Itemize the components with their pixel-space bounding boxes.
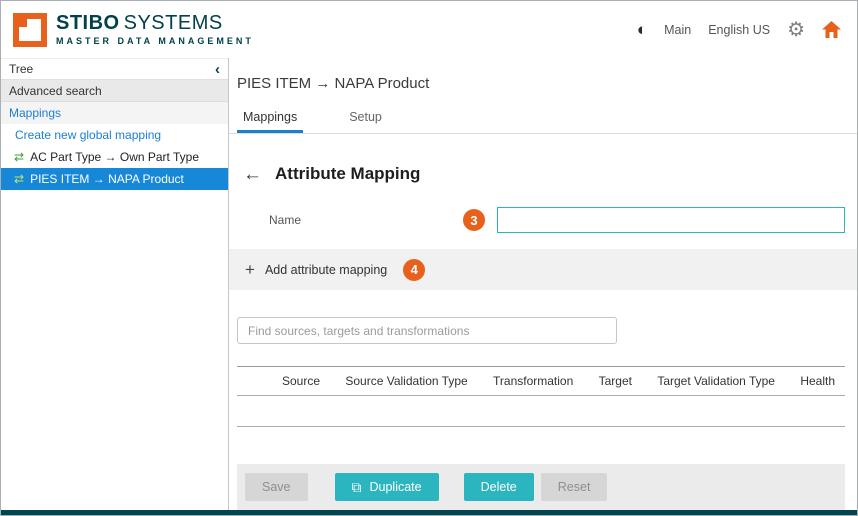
column-header-target: Target xyxy=(599,374,632,388)
sidebar: Tree ‹ Advanced search Mappings Create n… xyxy=(1,58,229,510)
save-button[interactable]: Save xyxy=(245,473,308,501)
sidebar-item-mapping-ac-part-type[interactable]: ⇄ AC Part Type → Own Part Type xyxy=(1,146,228,168)
brand-name: STIBOSYSTEMS xyxy=(56,13,254,33)
main-panel: PIES ITEM → NAPA Product Mappings Setup … xyxy=(229,58,857,510)
name-input[interactable] xyxy=(497,207,845,233)
column-header-source-validation-type: Source Validation Type xyxy=(345,374,467,388)
top-header: STIBOSYSTEMS MASTER DATA MANAGEMENT ◐ Ma… xyxy=(1,1,857,58)
name-label: Name xyxy=(269,213,301,227)
language-selector[interactable]: English US xyxy=(708,23,770,37)
mapping-item-label: AC Part Type → Own Part Type xyxy=(30,150,199,164)
add-attribute-mapping-label: Add attribute mapping xyxy=(265,263,387,277)
mapping-icon: ⇄ xyxy=(14,151,24,163)
collapse-sidebar-icon[interactable]: ‹ xyxy=(215,62,220,77)
search-input[interactable] xyxy=(237,317,617,344)
add-attribute-mapping-row[interactable]: + Add attribute mapping 4 xyxy=(229,249,857,290)
home-icon[interactable] xyxy=(822,21,841,38)
context-label[interactable]: Main xyxy=(664,23,691,37)
app-window: STIBOSYSTEMS MASTER DATA MANAGEMENT ◐ Ma… xyxy=(0,0,858,516)
sidebar-item-create-global-mapping[interactable]: Create new global mapping xyxy=(1,124,228,146)
tab-mappings[interactable]: Mappings xyxy=(237,101,303,133)
stibo-logo: STIBOSYSTEMS MASTER DATA MANAGEMENT xyxy=(13,13,254,47)
stibo-logo-icon xyxy=(13,13,47,47)
mapping-icon: ⇄ xyxy=(14,173,24,185)
step-badge-3: 3 xyxy=(463,209,485,231)
reset-button[interactable]: Reset xyxy=(541,473,608,501)
column-header-target-validation-type: Target Validation Type xyxy=(657,374,775,388)
name-row: Name 3 xyxy=(237,207,845,233)
sidebar-item-mappings[interactable]: Mappings xyxy=(1,102,228,124)
footer-action-bar: Save ⧉Duplicate Delete Reset xyxy=(237,464,845,510)
duplicate-icon: ⧉ xyxy=(352,480,362,494)
step-badge-4: 4 xyxy=(403,259,425,281)
header-controls: ◐ Main English US ⚙ xyxy=(637,20,841,40)
column-header-source: Source xyxy=(282,374,320,388)
bottom-status-strip xyxy=(1,510,857,515)
column-header-health: Health xyxy=(800,374,835,388)
brand-light: SYSTEMS xyxy=(124,12,223,34)
mapping-table-header: Source Source Validation Type Transforma… xyxy=(237,366,845,396)
brand-tagline: MASTER DATA MANAGEMENT xyxy=(56,36,254,46)
tree-label: Tree xyxy=(9,62,33,76)
page-title: PIES ITEM → NAPA Product xyxy=(229,58,857,101)
tab-setup[interactable]: Setup xyxy=(343,101,388,133)
sidebar-item-tree[interactable]: Tree ‹ xyxy=(1,58,228,80)
back-arrow-icon[interactable]: ← xyxy=(243,165,262,184)
section-title: Attribute Mapping xyxy=(275,164,420,184)
mapping-item-label: PIES ITEM → NAPA Product xyxy=(30,172,184,186)
mapping-table-empty-body xyxy=(237,396,845,427)
column-header-transformation: Transformation xyxy=(493,374,573,388)
tab-content: ← Attribute Mapping Name 3 + Add attribu… xyxy=(229,134,857,510)
delete-button[interactable]: Delete xyxy=(464,473,534,501)
contrast-icon[interactable]: ◐ xyxy=(637,21,647,38)
sidebar-item-advanced-search[interactable]: Advanced search xyxy=(1,80,228,102)
brand-bold: STIBO xyxy=(56,12,120,34)
gear-icon[interactable]: ⚙ xyxy=(787,20,805,40)
sidebar-item-mapping-pies-item[interactable]: ⇄ PIES ITEM → NAPA Product xyxy=(1,168,228,190)
body: Tree ‹ Advanced search Mappings Create n… xyxy=(1,58,857,510)
attribute-mapping-heading: ← Attribute Mapping xyxy=(237,164,845,184)
plus-icon: + xyxy=(245,261,255,278)
duplicate-button[interactable]: ⧉Duplicate xyxy=(335,473,439,501)
tab-bar: Mappings Setup xyxy=(229,101,857,134)
